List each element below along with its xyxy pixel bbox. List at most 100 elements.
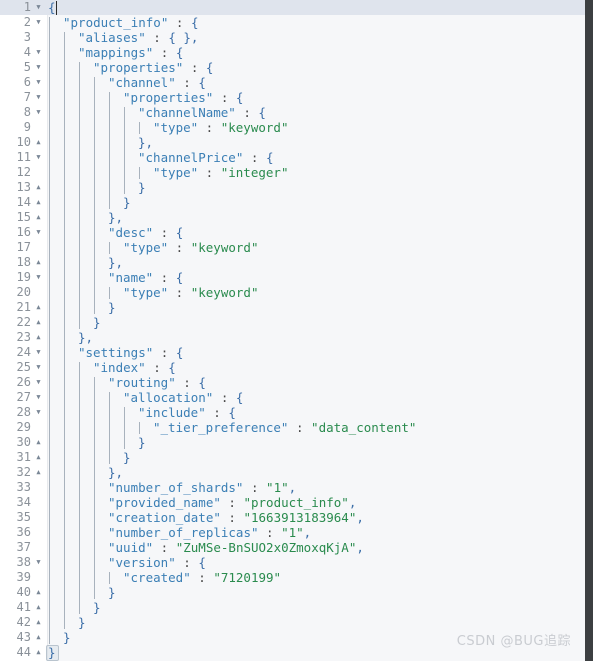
code-line[interactable]: 13 ▲} bbox=[0, 180, 585, 195]
code-line[interactable]: 27 ▼ "allocation" : { bbox=[0, 390, 585, 405]
code-line[interactable]: 29 "_tier_preference" : "data_content" bbox=[0, 420, 585, 435]
code-line[interactable]: 31 ▲} bbox=[0, 450, 585, 465]
code-line[interactable]: 9 "type" : "keyword" bbox=[0, 120, 585, 135]
code-text[interactable]: "channelName" : { bbox=[138, 105, 266, 120]
fold-close-icon[interactable]: ▲ bbox=[34, 300, 43, 315]
fold-open-icon[interactable]: ▼ bbox=[34, 375, 43, 390]
code-text[interactable]: "mappings" : { bbox=[78, 45, 183, 60]
fold-close-icon[interactable]: ▲ bbox=[34, 585, 43, 600]
code-text[interactable]: "desc" : { bbox=[108, 225, 183, 240]
code-line[interactable]: 21 ▲} bbox=[0, 300, 585, 315]
fold-open-icon[interactable]: ▼ bbox=[34, 150, 43, 165]
fold-close-icon[interactable]: ▲ bbox=[34, 255, 43, 270]
code-text[interactable]: "aliases" : { }, bbox=[78, 30, 198, 45]
code-line[interactable]: 14 ▲} bbox=[0, 195, 585, 210]
fold-open-icon[interactable]: ▼ bbox=[34, 0, 43, 15]
code-line[interactable]: 17 "type" : "keyword" bbox=[0, 240, 585, 255]
code-text[interactable]: }, bbox=[138, 135, 153, 150]
code-text[interactable]: "channel" : { bbox=[108, 75, 206, 90]
json-editor[interactable]: 1 ▼{2 ▼ "product_info" : {3 "aliases" : { },… bbox=[0, 0, 593, 661]
code-text[interactable]: "number_of_replicas" : "1", bbox=[108, 525, 311, 540]
fold-open-icon[interactable]: ▼ bbox=[34, 45, 43, 60]
code-text[interactable]: }, bbox=[108, 255, 123, 270]
code-line[interactable]: 37 "uuid" : "ZuMSe-BnSUO2x0ZmoxqKjA", bbox=[0, 540, 585, 555]
code-line[interactable]: 5 ▼ "properties" : { bbox=[0, 60, 585, 75]
fold-open-icon[interactable]: ▼ bbox=[34, 405, 43, 420]
code-line[interactable]: 20 "type" : "keyword" bbox=[0, 285, 585, 300]
code-text[interactable]: "settings" : { bbox=[78, 345, 183, 360]
code-line[interactable]: 3 "aliases" : { }, bbox=[0, 30, 585, 45]
code-text[interactable]: "properties" : { bbox=[123, 90, 243, 105]
code-text[interactable]: "include" : { bbox=[138, 405, 236, 420]
code-text[interactable]: }, bbox=[108, 210, 123, 225]
fold-open-icon[interactable]: ▼ bbox=[34, 60, 43, 75]
fold-close-icon[interactable]: ▲ bbox=[34, 435, 43, 450]
code-line[interactable]: 26 ▼ "routing" : { bbox=[0, 375, 585, 390]
code-line[interactable]: 39 "created" : "7120199" bbox=[0, 570, 585, 585]
code-line[interactable]: 25 ▼ "index" : { bbox=[0, 360, 585, 375]
fold-open-icon[interactable]: ▼ bbox=[34, 270, 43, 285]
code-line[interactable]: 23 ▲}, bbox=[0, 330, 585, 345]
code-line[interactable]: 8 ▼ "channelName" : { bbox=[0, 105, 585, 120]
code-text[interactable]: } bbox=[93, 315, 101, 330]
code-line[interactable]: 32 ▲}, bbox=[0, 465, 585, 480]
code-text[interactable]: "properties" : { bbox=[93, 60, 213, 75]
code-line[interactable]: 4 ▼ "mappings" : { bbox=[0, 45, 585, 60]
code-line[interactable]: 36 "number_of_replicas" : "1", bbox=[0, 525, 585, 540]
code-text[interactable]: "type" : "keyword" bbox=[123, 285, 258, 300]
code-line[interactable]: 2 ▼ "product_info" : { bbox=[0, 15, 585, 30]
code-line[interactable]: 1 ▼ { bbox=[0, 0, 585, 15]
code-text[interactable]: "type" : "keyword" bbox=[153, 120, 288, 135]
fold-open-icon[interactable]: ▼ bbox=[34, 15, 43, 30]
fold-open-icon[interactable]: ▼ bbox=[34, 360, 43, 375]
code-text[interactable]: "type" : "keyword" bbox=[123, 240, 258, 255]
code-text[interactable]: }, bbox=[108, 465, 123, 480]
fold-open-icon[interactable]: ▼ bbox=[34, 75, 43, 90]
code-line[interactable]: 34 "provided_name" : "product_info", bbox=[0, 495, 585, 510]
code-line[interactable]: 7 ▼ "properties" : { bbox=[0, 90, 585, 105]
fold-close-icon[interactable]: ▲ bbox=[34, 135, 43, 150]
code-text[interactable]: "created" : "7120199" bbox=[123, 570, 281, 585]
code-line[interactable]: 6 ▼ "channel" : { bbox=[0, 75, 585, 90]
code-line[interactable]: 42 ▲} bbox=[0, 615, 585, 630]
code-line[interactable]: 30 ▲} bbox=[0, 435, 585, 450]
code-text[interactable]: } bbox=[48, 645, 56, 660]
code-line[interactable]: 11 ▼ "channelPrice" : { bbox=[0, 150, 585, 165]
fold-close-icon[interactable]: ▲ bbox=[34, 630, 43, 645]
code-text[interactable]: "allocation" : { bbox=[123, 390, 243, 405]
code-line[interactable]: 24 ▼ "settings" : { bbox=[0, 345, 585, 360]
code-text[interactable]: } bbox=[78, 615, 86, 630]
code-line[interactable]: 12 "type" : "integer" bbox=[0, 165, 585, 180]
code-line[interactable]: 38 ▼ "version" : { bbox=[0, 555, 585, 570]
code-line[interactable]: 15 ▲}, bbox=[0, 210, 585, 225]
code-line[interactable]: 40 ▲} bbox=[0, 585, 585, 600]
code-text[interactable]: "channelPrice" : { bbox=[138, 150, 273, 165]
fold-open-icon[interactable]: ▼ bbox=[34, 390, 43, 405]
fold-close-icon[interactable]: ▲ bbox=[34, 645, 43, 660]
code-text[interactable]: "creation_date" : "1663913183964", bbox=[108, 510, 364, 525]
fold-close-icon[interactable]: ▲ bbox=[34, 315, 43, 330]
code-text[interactable]: "version" : { bbox=[108, 555, 206, 570]
code-text[interactable]: "type" : "integer" bbox=[153, 165, 288, 180]
fold-close-icon[interactable]: ▲ bbox=[34, 330, 43, 345]
code-text[interactable]: "product_info" : { bbox=[63, 15, 198, 30]
fold-open-icon[interactable]: ▼ bbox=[34, 90, 43, 105]
code-line[interactable]: 10 ▲}, bbox=[0, 135, 585, 150]
fold-close-icon[interactable]: ▲ bbox=[34, 210, 43, 225]
fold-close-icon[interactable]: ▲ bbox=[34, 195, 43, 210]
code-text[interactable]: "provided_name" : "product_info", bbox=[108, 495, 356, 510]
code-line[interactable]: 35 "creation_date" : "1663913183964", bbox=[0, 510, 585, 525]
editor-scrollbar-track[interactable] bbox=[585, 0, 593, 661]
fold-close-icon[interactable]: ▲ bbox=[34, 600, 43, 615]
fold-open-icon[interactable]: ▼ bbox=[34, 555, 43, 570]
code-line[interactable]: 18 ▲}, bbox=[0, 255, 585, 270]
code-text[interactable]: } bbox=[63, 630, 71, 645]
code-line[interactable]: 41 ▲} bbox=[0, 600, 585, 615]
code-text[interactable]: "_tier_preference" : "data_content" bbox=[153, 420, 416, 435]
code-text[interactable]: "routing" : { bbox=[108, 375, 206, 390]
fold-open-icon[interactable]: ▼ bbox=[34, 225, 43, 240]
code-text[interactable]: "uuid" : "ZuMSe-BnSUO2x0ZmoxqKjA", bbox=[108, 540, 364, 555]
code-text[interactable]: } bbox=[123, 195, 131, 210]
code-text[interactable]: } bbox=[138, 180, 146, 195]
code-text[interactable]: } bbox=[123, 450, 131, 465]
